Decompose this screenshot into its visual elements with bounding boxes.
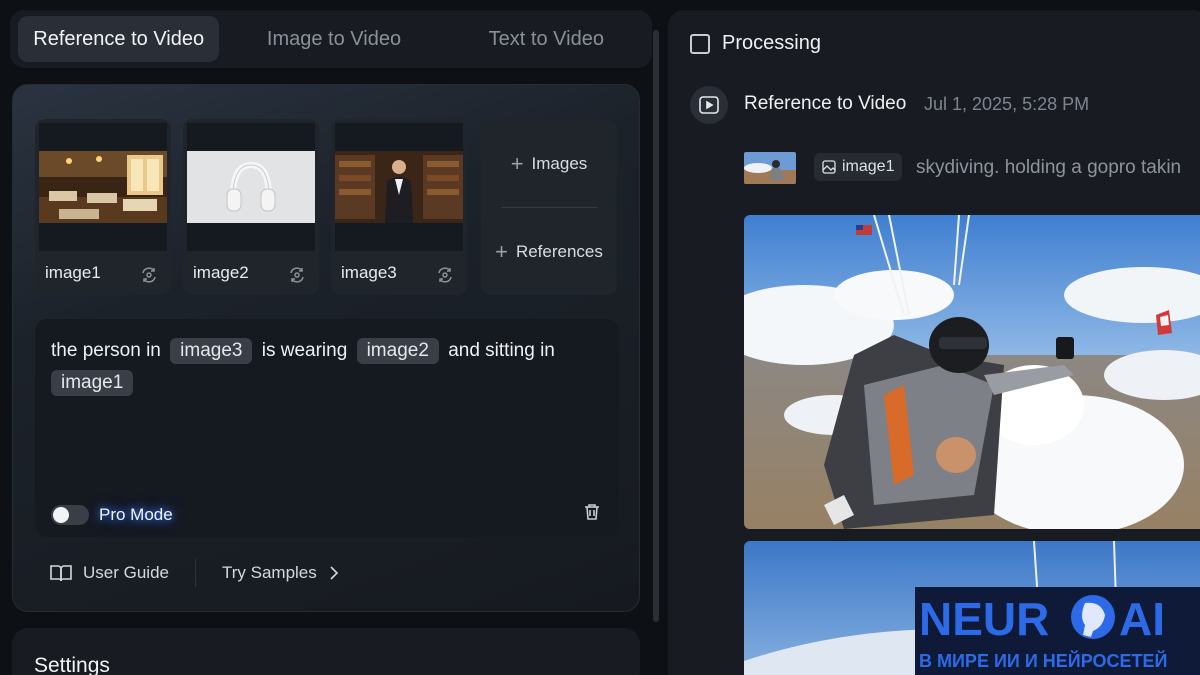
task-reference-label: image1	[842, 158, 895, 175]
try-samples-link[interactable]: Try Samples	[222, 563, 341, 583]
trash-icon[interactable]	[581, 501, 603, 523]
prompt-input[interactable]: the person in image3 is wearing image2 a…	[35, 319, 619, 537]
skydiving-video-frame	[744, 215, 1200, 529]
neuro-ai-logo: NEUR AI В МИРЕ ИИ И НЕЙРОСЕТЕЙ	[915, 587, 1200, 675]
user-guide-link[interactable]: User Guide	[49, 562, 169, 584]
results-panel: Processing Reference to Video Jul 1, 202…	[668, 10, 1200, 675]
pro-mode-toggle[interactable]: Pro Mode	[51, 501, 177, 529]
task-timestamp: Jul 1, 2025, 5:28 PM	[924, 94, 1090, 114]
prompt-segment: is wearing	[261, 340, 348, 361]
tab-text-to-video[interactable]: Text to Video	[449, 16, 644, 62]
reference-label: image1	[45, 263, 101, 282]
task-title: Reference to Video	[744, 93, 907, 114]
mode-tabs: Reference to Video Image to Video Text t…	[10, 10, 652, 68]
processing-checkbox[interactable]	[690, 34, 710, 54]
tab-reference-to-video[interactable]: Reference to Video	[18, 16, 220, 62]
panel-footer: User Guide Try Samples	[49, 559, 341, 587]
add-references-label: References	[515, 242, 603, 261]
reference-card-image1[interactable]: image1	[35, 119, 171, 295]
image-icon	[822, 160, 836, 174]
restaurant-image	[39, 151, 167, 223]
pro-mode-label: Pro Mode	[99, 505, 173, 524]
book-icon	[50, 565, 72, 582]
divider	[501, 207, 597, 208]
generation-panel: image1 image2 image3 + Images + Referenc…	[12, 84, 640, 612]
reference-card-image2[interactable]: image2	[183, 119, 319, 295]
scrollbar[interactable]	[653, 30, 659, 622]
add-images-button[interactable]: + Images	[481, 151, 617, 177]
svg-text:В МИРЕ ИИ И НЕЙРОСЕТЕЙ: В МИРЕ ИИ И НЕЙРОСЕТЕЙ	[919, 650, 1167, 671]
add-references-button[interactable]: + References	[481, 239, 617, 265]
user-guide-label: User Guide	[83, 563, 169, 582]
processing-label: Processing	[722, 32, 821, 54]
swap-icon[interactable]	[139, 265, 159, 285]
headphones-image	[187, 151, 315, 223]
task-reference-thumbnail[interactable]	[744, 152, 796, 184]
reference-thumbnail	[187, 123, 315, 251]
divider	[194, 559, 196, 587]
chevron-right-icon	[330, 566, 338, 580]
tab-image-to-video[interactable]: Image to Video	[219, 16, 448, 62]
prompt-text[interactable]: the person in image3 is wearing image2 a…	[51, 335, 607, 399]
man-in-library-image	[335, 151, 463, 223]
svg-text:AI: AI	[1119, 593, 1165, 645]
task-prompt: skydiving. holding a gopro takin	[916, 157, 1182, 178]
swap-icon[interactable]	[435, 265, 455, 285]
prompt-segment: the person in	[51, 340, 161, 361]
reference-chip-image1[interactable]: image1	[51, 370, 134, 396]
reference-thumbnail	[335, 123, 463, 251]
reference-label: image3	[341, 263, 397, 282]
svg-text:NEUR: NEUR	[919, 593, 1049, 645]
settings-panel: Settings	[12, 628, 640, 675]
plus-icon: +	[495, 239, 508, 264]
task-reference-chip[interactable]: image1	[814, 153, 903, 181]
reference-thumbnail	[39, 123, 167, 251]
neuro-ai-watermark: NEUR AI В МИРЕ ИИ И НЕЙРОСЕТЕЙ	[915, 587, 1200, 675]
plus-icon: +	[510, 151, 524, 176]
reference-chip-image3[interactable]: image3	[170, 338, 253, 364]
prompt-segment: and sitting in	[448, 340, 555, 361]
generated-video-1[interactable]	[744, 215, 1200, 529]
reference-card-image3[interactable]: image3	[331, 119, 467, 295]
settings-title: Settings	[34, 654, 110, 675]
toggle-switch[interactable]	[51, 505, 89, 525]
reference-chip-image2[interactable]: image2	[356, 338, 439, 364]
swap-icon[interactable]	[287, 265, 307, 285]
try-samples-label: Try Samples	[221, 563, 317, 582]
add-images-label: Images	[531, 154, 588, 173]
video-task-icon	[690, 86, 728, 124]
add-reference-card: + Images + References	[481, 119, 617, 295]
reference-label: image2	[193, 263, 249, 282]
